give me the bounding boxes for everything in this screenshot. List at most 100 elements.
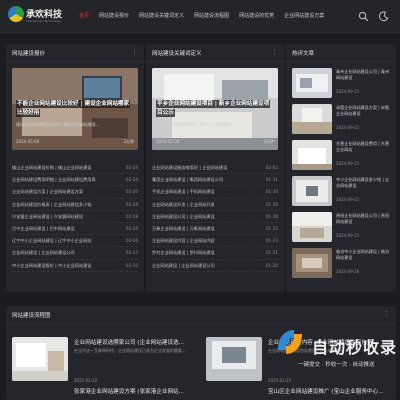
flow-article-card[interactable]: 企业网站建设选哪家公司 (企业网站建设选... 在当今这一互联网时代，企业网站建… xyxy=(12,337,200,397)
hot-article-title[interactable]: 青州企业网站建设公司 | 青州网站建设 xyxy=(336,69,392,81)
hot-article[interactable]: 临汾中小企业网站建设 | 临汾网站建设 2024-09-26 xyxy=(292,248,392,280)
list-item[interactable]: 佛山企业网站建设价格 | 佛山企业网站建设 02-24 xyxy=(12,162,138,175)
panel-pricing: 网站建设报价 ⋮ 不能企业网站建设比较好 | 建设企业网站哪家比较好用 建设企业… xyxy=(6,44,144,292)
flow-article-title[interactable]: 企业网站建设选哪家公司 (企业网站建设选... xyxy=(74,338,194,346)
hot-article[interactable]: 东营企业网站建设费用 | 东营企业网站 2024-09-21 xyxy=(292,140,392,172)
watermark-overlay: 自动秒收录 一键提交 · 秒收一次 · 自动推送 xyxy=(268,318,400,380)
hot-article-thumbnail xyxy=(292,104,332,134)
more-icon[interactable]: ⋮ xyxy=(383,311,390,318)
hot-article[interactable]: 青州企业网站建设公司 | 青州网站建设 2024-09-21 xyxy=(292,68,392,100)
list-item[interactable]: 企业网站建设公司 | 企业网站建设 01-28 xyxy=(152,211,278,223)
flow-article-thumbnail xyxy=(12,337,68,381)
list-item-date: 02-16 xyxy=(125,238,138,244)
list-item-title[interactable]: 中小企业网站建设报价 | 中小企业网站建设 xyxy=(12,263,112,269)
read-time: 3分钟 xyxy=(263,139,274,144)
list-item[interactable]: 辽宁中小企业网站建设 | 辽宁中小企业网站 02-16 xyxy=(12,235,138,248)
panel-header: 网站建设报价 ⋮ xyxy=(6,44,144,62)
nav-item-home[interactable]: 首页 xyxy=(74,0,94,33)
site-logo[interactable]: 承欢科技 Chenghuan Technology xyxy=(8,4,62,29)
list-item[interactable]: 企业网站建设 | 企业网站建设公司 02-12 xyxy=(12,247,138,260)
site-header: 承欢科技 Chenghuan Technology 首页 网站建设报价 网站建设… xyxy=(0,0,400,33)
hot-article-title[interactable]: 米脂企业网站建设方案 | 米脂企业网站建设 xyxy=(336,105,392,117)
nav-item-flowchart[interactable]: 网站建设流程图 xyxy=(189,0,234,33)
panel-title: 网站建设关键词定义 xyxy=(152,51,202,57)
list-item-title[interactable]: 企业网站建设 | 企业网站建设公司 xyxy=(152,263,252,269)
list-item-date: 01-21 xyxy=(265,250,278,256)
list-item-title[interactable]: 罗村企业网站建设 | 罗村网站建设 xyxy=(152,250,252,256)
featured-title[interactable]: 不能企业网站建设比较好 | 建设企业网站哪家比较好用 xyxy=(16,100,134,118)
panel-title: 热评文章 xyxy=(292,51,315,57)
watermark-text: 自动秒收录 xyxy=(312,338,398,357)
list-item-title[interactable]: 企业网站建设方案 | 企业网站建设方案 xyxy=(12,189,112,195)
main-nav: 首页 网站建设报价 网站建设关键词定义 网站建设流程图 网站建设的优势 企业网站… xyxy=(74,0,329,33)
featured-meta: 建设企业网站哪家比较好 | 建设企业网站哪家... xyxy=(16,122,100,127)
search-icon[interactable] xyxy=(358,11,369,22)
nav-item-keywords[interactable]: 网站建设关键词定义 xyxy=(134,0,189,33)
list-item[interactable]: 手机企业网站建设 | 手机网站建设 01-30 xyxy=(152,186,278,199)
list-item-title[interactable]: 万象企业网站建设 | 万象网站建设 xyxy=(152,226,252,232)
list-item[interactable]: 集团企业网站建设 | 集团网站建设公司 01-31 xyxy=(152,174,278,187)
nav-item-advantages[interactable]: 网站建设的优势 xyxy=(234,0,279,33)
hot-article-title[interactable]: 临汾中小企业网站建设 | 临汾网站建设 xyxy=(336,249,392,261)
list-item-title[interactable]: 兴安盟企业网站建设 | 兴安盟网站建设 xyxy=(12,214,112,220)
featured-title[interactable]: 平乡企业网站建设项目 | 新乡企业网站建设项目公示 xyxy=(156,100,274,118)
list-item-title[interactable]: 企业网站建设公司 | 企业网站建设 xyxy=(152,214,252,220)
more-icon[interactable]: ⋮ xyxy=(131,49,138,56)
featured-article[interactable]: 不能企业网站建设比较好 | 建设企业网站哪家比较好用 建设企业网站哪家比较好 |… xyxy=(12,68,138,150)
list-item-date: 01-25 xyxy=(265,225,278,231)
list-item[interactable]: 企业网站建设服务哪家好 | 企业网站建设 02-02 xyxy=(152,162,278,175)
list-item-date: 02-24 xyxy=(125,165,138,170)
list-item[interactable]: 企业网站建设价格表 | 企业网站建设多少钱 02-18 xyxy=(12,199,138,211)
hot-article-title[interactable]: 贵阳企业网站建设公司 | 贵阳网站建设 xyxy=(336,213,392,225)
featured-footer: 2024-05-06 2分钟 xyxy=(16,138,134,148)
logo-mark-icon xyxy=(8,6,24,22)
flow-next-article-title[interactable]: 张家港企业网站建设方案 (张家港企业网站... xyxy=(74,387,194,395)
hot-article[interactable]: 米脂企业网站建设方案 | 米脂企业网站建设 2024-09-21 xyxy=(292,104,392,136)
list-item-title[interactable]: 集团企业网站建设 | 集团网站建设公司 xyxy=(152,177,252,183)
list-item[interactable]: 巴中企业网站建设 | 巴中网站建设 02-16 xyxy=(12,223,138,236)
flow-next-article-title[interactable]: 宝山区企业网站建设推广 (宝山企业服务中心... xyxy=(268,387,388,395)
list-item-title[interactable]: 企业网站建设内容 | 企业网站内容 xyxy=(152,238,252,244)
nav-item-pricing[interactable]: 网站建设报价 xyxy=(94,0,134,33)
list-item[interactable]: 企业网站建设 | 企业网站建设公司 01-20 xyxy=(152,260,278,272)
list-item-date: 02-18 xyxy=(125,213,138,219)
hot-article-date: 2024-09-26 xyxy=(336,269,360,274)
list-item-title[interactable]: 佛山企业网站建设价格 | 佛山企业网站建设 xyxy=(12,165,112,171)
hot-article-date: 2024-09-21 xyxy=(336,233,360,238)
nav-item-plans[interactable]: 企业网站建设方案 xyxy=(279,0,329,33)
list-item-title[interactable]: 辽宁中小企业网站建设 | 辽宁中小企业网站 xyxy=(12,238,112,244)
list-item[interactable]: 万象企业网站建设 | 万象网站建设 01-25 xyxy=(152,223,278,236)
hot-article-thumbnail xyxy=(292,212,332,242)
list-item-title[interactable]: 企业网站建设服务哪家好 | 企业网站建设 xyxy=(152,165,252,171)
featured-article[interactable]: 平乡企业网站建设项目 | 新乡企业网站建设项目公示 平乡企业网站建设项目 | 新… xyxy=(152,68,278,150)
list-item[interactable]: 中小企业网站建设报价 | 中小企业网站建设 02-10 xyxy=(12,260,138,272)
list-item-title[interactable]: 企业网站建设费用明细 | 企业网站建设费用表 xyxy=(12,177,112,183)
list-item[interactable]: 企业网站建设费用明细 | 企业网站建设费用表 02-24 xyxy=(12,174,138,187)
list-item-title[interactable]: 企业网站建设开发 | 企业网站开发 xyxy=(152,202,252,208)
hot-article-date: 2024-09-21 xyxy=(336,89,360,94)
panel-header: 热评文章 xyxy=(286,44,396,62)
more-icon[interactable]: ⋮ xyxy=(271,49,278,56)
list-item-title[interactable]: 手机企业网站建设 | 手机网站建设 xyxy=(152,189,252,195)
list-item[interactable]: 罗村企业网站建设 | 罗村网站建设 01-21 xyxy=(152,247,278,260)
panel-hot-articles: 热评文章 青州企业网站建设公司 | 青州网站建设 2024-09-21 米脂企业… xyxy=(286,44,396,292)
hot-article-title[interactable]: 中小企业网站建设多少钱 | 企业网站建设 xyxy=(336,177,392,189)
list-item[interactable]: 企业网站建设方案 | 企业网站建设方案 02-20 xyxy=(12,186,138,199)
list-item[interactable]: 企业网站建设开发 | 企业网站开发 01-29 xyxy=(152,199,278,211)
list-item-title[interactable]: 企业网站建设 | 企业网站建设公司 xyxy=(12,250,112,256)
hot-article[interactable]: 中小企业网站建设多少钱 | 企业网站建设 2024-09-21 xyxy=(292,176,392,208)
hot-article[interactable]: 贵阳企业网站建设公司 | 贵阳网站建设 2024-09-21 xyxy=(292,212,392,244)
list-item[interactable]: 兴安盟企业网站建设 | 兴安盟网站建设 02-18 xyxy=(12,211,138,223)
list-item-date: 01-31 xyxy=(265,177,278,183)
list-item-title[interactable]: 巴中企业网站建设 | 巴中网站建设 xyxy=(12,226,112,232)
list-item-date: 02-24 xyxy=(125,177,138,183)
hot-article-title[interactable]: 东营企业网站建设费用 | 东营企业网站 xyxy=(336,141,392,153)
logo-subtitle: Chenghuan Technology xyxy=(26,19,61,23)
flow-article-desc: 在当今这一互联网时代，企业网站建设已成为企业发展的重要... xyxy=(74,348,186,353)
list-item[interactable]: 企业网站建设内容 | 企业网站内容 01-23 xyxy=(152,235,278,248)
featured-date: 2024-05-06 xyxy=(16,139,40,144)
flow-article-thumbnail xyxy=(206,337,262,381)
article-list: 企业网站建设服务哪家好 | 企业网站建设 02-02 集团企业网站建设 | 集团网… xyxy=(152,162,278,272)
list-item-title[interactable]: 企业网站建设价格表 | 企业网站建设多少钱 xyxy=(12,202,112,208)
moon-icon[interactable] xyxy=(378,11,389,22)
